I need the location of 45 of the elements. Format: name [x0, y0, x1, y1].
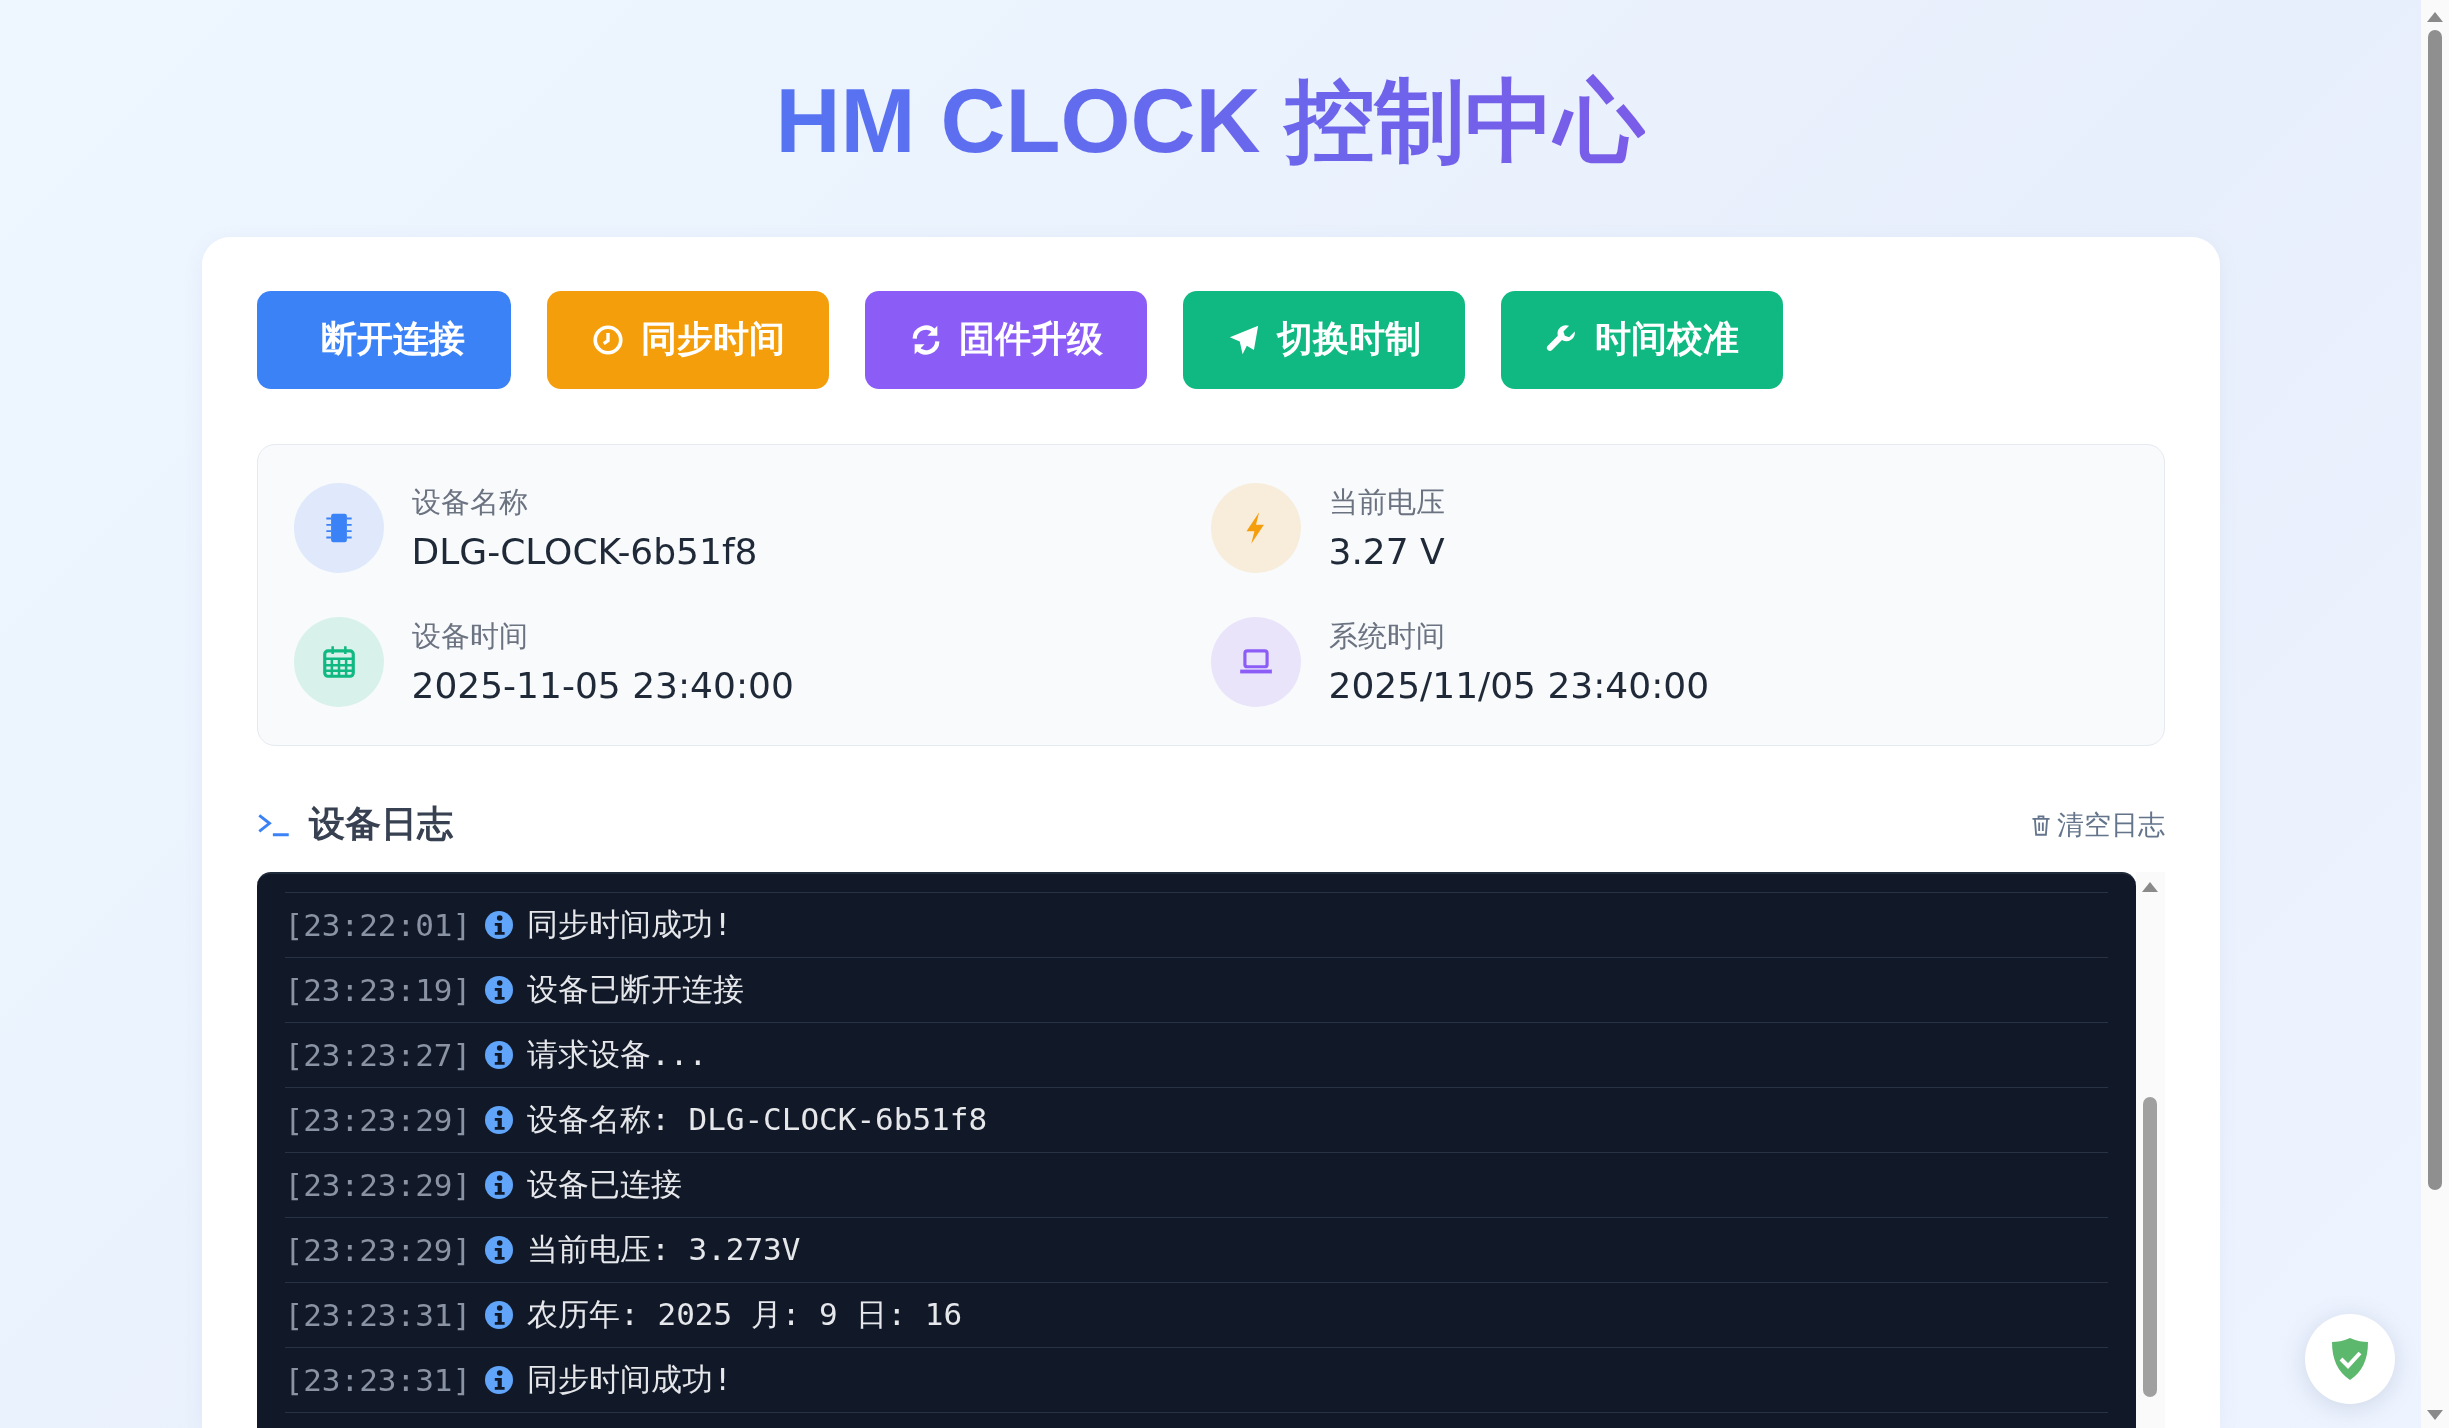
info-label: 系统时间: [1328, 618, 1446, 655]
info-value: 2025-11-05 23:40:00: [411, 665, 794, 706]
action-button[interactable]: 切换时制: [1182, 290, 1465, 389]
log-timestamp: [23:23:27]: [284, 1036, 472, 1073]
info-icon: [485, 975, 514, 1004]
info-value: DLG-CLOCK-6b51f8: [411, 531, 758, 572]
scrollbar[interactable]: [2135, 871, 2165, 1428]
log-message: 设备名称: DLG-CLOCK-6b51f8: [527, 1099, 988, 1139]
log-message: 设备已连接: [527, 1164, 683, 1204]
trash-icon: [2030, 813, 2051, 836]
clock-icon: [590, 322, 625, 357]
log-title: 设备日志: [308, 802, 453, 846]
log-timestamp: [23:23:29]: [284, 1101, 472, 1138]
info-icon: [485, 1300, 514, 1329]
terminal-icon: [256, 812, 291, 837]
log-timestamp: [23:23:29]: [284, 1166, 472, 1203]
info-label: 当前电压: [1328, 484, 1445, 521]
log-message: 请求设备...: [527, 1034, 708, 1074]
info-label: 设备时间: [411, 618, 529, 655]
log-message: 同步时间成功!: [527, 1359, 732, 1399]
info-icon: [485, 1365, 514, 1394]
info-icon: [485, 1235, 514, 1264]
info-value: 3.27 V: [1328, 531, 1445, 572]
log-message: 设备已断开连接: [527, 969, 745, 1009]
action-button[interactable]: 时间校准: [1500, 290, 1783, 389]
info-icon: [485, 1105, 514, 1134]
log-message: 当前电压: 3.273V: [527, 1229, 801, 1269]
log-timestamp: [23:22:01]: [284, 906, 472, 943]
clear-log-link[interactable]: 清空日志: [2030, 806, 2165, 843]
action-button[interactable]: 同步时间: [546, 290, 829, 389]
info-icon: [485, 1040, 514, 1069]
info-icon: [485, 1170, 514, 1199]
log-message: 农历年: 2025 月: 9 日: 16: [527, 1294, 963, 1334]
log-timestamp: [23:23:29]: [284, 1231, 472, 1268]
action-button[interactable]: 固件升级: [864, 290, 1147, 389]
action-button[interactable]: 断开连接: [256, 290, 511, 389]
info-icon: [485, 910, 514, 939]
page-scrollbar[interactable]: [2421, 0, 2449, 1428]
log-message: 同步时间成功!: [527, 904, 732, 944]
log-timestamp: [23:23:19]: [284, 971, 472, 1008]
info-value: 2025/11/05 23:40:00: [1328, 665, 1710, 706]
log-timestamp: [23:23:31]: [284, 1361, 472, 1398]
log-timestamp: [23:23:31]: [284, 1296, 472, 1333]
shield-check-icon: [2330, 1336, 2370, 1382]
info-label: 设备名称: [411, 484, 529, 521]
